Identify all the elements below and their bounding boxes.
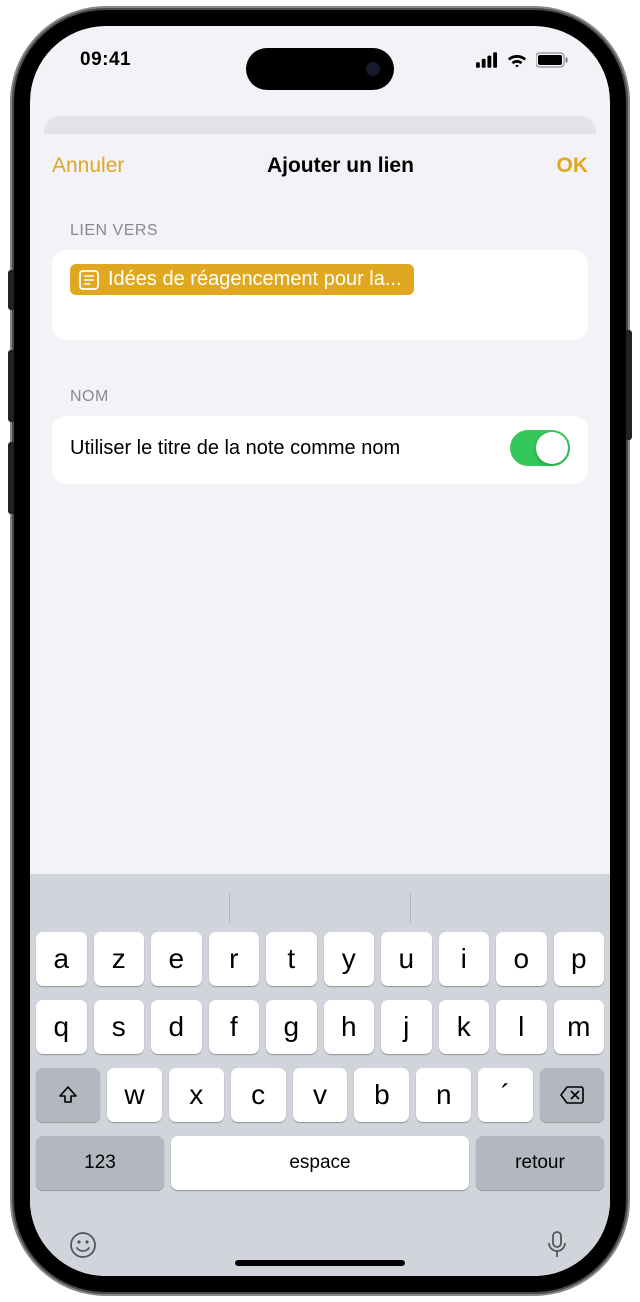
shift-key[interactable] [36, 1068, 100, 1122]
key-v[interactable]: v [293, 1068, 348, 1122]
screen: 09:41 Annuler Ajouter un lien OK [30, 26, 610, 1276]
link-to-label: LIEN VERS [52, 208, 588, 250]
keyboard-row-2: q s d f g h j k l m [36, 1000, 604, 1054]
note-chip[interactable]: Idées de réagencement pour la... [70, 264, 414, 295]
key-d[interactable]: d [151, 1000, 202, 1054]
keyboard-row-4: 123 espace retour [36, 1136, 604, 1190]
numbers-key[interactable]: 123 [36, 1136, 164, 1190]
microphone-icon [546, 1230, 568, 1260]
key-y[interactable]: y [324, 932, 375, 986]
status-icons [476, 52, 568, 68]
key-k[interactable]: k [439, 1000, 490, 1054]
modal-header: Annuler Ajouter un lien OK [30, 134, 610, 198]
cellular-signal-icon [476, 52, 498, 68]
key-g[interactable]: g [266, 1000, 317, 1054]
key-w[interactable]: w [107, 1068, 162, 1122]
name-label: NOM [52, 374, 588, 416]
key-n[interactable]: n [416, 1068, 471, 1122]
key-z[interactable]: z [94, 932, 145, 986]
key-h[interactable]: h [324, 1000, 375, 1054]
link-to-field[interactable]: Idées de réagencement pour la... [52, 250, 588, 340]
phone-frame: 09:41 Annuler Ajouter un lien OK [14, 10, 626, 1292]
keyboard-candidates-bar[interactable] [36, 884, 604, 932]
add-link-modal: Annuler Ajouter un lien OK LIEN VERS Idé… [30, 134, 610, 1276]
key-t[interactable]: t [266, 932, 317, 986]
keyboard: a z e r t y u i o p q s d f g h [30, 874, 610, 1276]
keyboard-row-1: a z e r t y u i o p [36, 932, 604, 986]
shift-icon [57, 1084, 79, 1106]
return-key[interactable]: retour [476, 1136, 604, 1190]
key-j[interactable]: j [381, 1000, 432, 1054]
note-icon [78, 269, 100, 291]
key-s[interactable]: s [94, 1000, 145, 1054]
key-q[interactable]: q [36, 1000, 87, 1054]
use-title-toggle[interactable] [510, 430, 570, 466]
key-m[interactable]: m [554, 1000, 605, 1054]
key-o[interactable]: o [496, 932, 547, 986]
key-x[interactable]: x [169, 1068, 224, 1122]
key-p[interactable]: p [554, 932, 605, 986]
key-e[interactable]: e [151, 932, 202, 986]
key-c[interactable]: c [231, 1068, 286, 1122]
space-key[interactable]: espace [171, 1136, 469, 1190]
home-indicator[interactable] [235, 1260, 405, 1266]
ok-button[interactable]: OK [556, 154, 588, 178]
dynamic-island [246, 48, 394, 90]
use-title-label: Utiliser le titre de la note comme nom [70, 435, 420, 461]
modal-title: Ajouter un lien [267, 154, 414, 178]
backspace-key[interactable] [540, 1068, 604, 1122]
modal-content: LIEN VERS Idées de réagencement pour la.… [30, 198, 610, 874]
wifi-icon [506, 52, 528, 68]
use-title-row: Utiliser le titre de la note comme nom [52, 416, 588, 484]
key-i[interactable]: i [439, 932, 490, 986]
toggle-knob [536, 432, 568, 464]
key-u[interactable]: u [381, 932, 432, 986]
status-time: 09:41 [80, 49, 131, 71]
key-f[interactable]: f [209, 1000, 260, 1054]
keyboard-row-3: w x c v b n ´ [36, 1068, 604, 1122]
cancel-button[interactable]: Annuler [52, 154, 124, 178]
key-b[interactable]: b [354, 1068, 409, 1122]
note-chip-text: Idées de réagencement pour la... [108, 268, 402, 291]
key-accent[interactable]: ´ [478, 1068, 533, 1122]
dictation-key[interactable] [540, 1228, 574, 1262]
key-l[interactable]: l [496, 1000, 547, 1054]
emoji-icon [68, 1230, 98, 1260]
key-r[interactable]: r [209, 932, 260, 986]
backspace-icon [559, 1085, 585, 1105]
battery-icon [536, 52, 568, 68]
emoji-key[interactable] [66, 1228, 100, 1262]
key-a[interactable]: a [36, 932, 87, 986]
